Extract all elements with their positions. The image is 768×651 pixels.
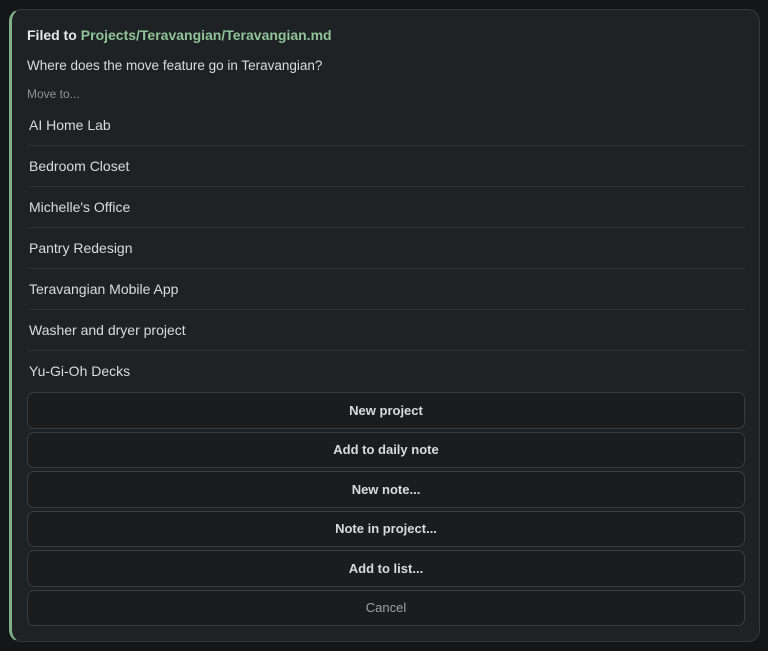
- filed-to-header: Filed to Projects/Teravangian/Teravangian…: [27, 27, 332, 43]
- project-item-bedroom-closet[interactable]: Bedroom Closet: [27, 146, 745, 187]
- cancel-button[interactable]: Cancel: [27, 589, 745, 626]
- project-item-michelles-office[interactable]: Michelle's Office: [27, 187, 745, 228]
- move-to-label: Move to...: [27, 87, 80, 101]
- move-question: Where does the move feature go in Terava…: [27, 58, 323, 73]
- file-path-link[interactable]: Projects/Teravangian/Teravangian.md: [81, 27, 332, 43]
- new-note-button[interactable]: New note...: [27, 471, 745, 508]
- note-in-project-button[interactable]: Note in project...: [27, 510, 745, 547]
- new-project-button[interactable]: New project: [27, 392, 745, 429]
- project-item-ai-home-lab[interactable]: AI Home Lab: [27, 105, 745, 146]
- action-buttons: New project Add to daily note New note..…: [27, 392, 745, 629]
- project-item-yugioh-decks[interactable]: Yu-Gi-Oh Decks: [27, 351, 745, 391]
- project-item-washer-dryer[interactable]: Washer and dryer project: [27, 310, 745, 351]
- add-to-daily-note-button[interactable]: Add to daily note: [27, 431, 745, 468]
- filed-to-label: Filed to: [27, 27, 77, 43]
- project-item-pantry-redesign[interactable]: Pantry Redesign: [27, 228, 745, 269]
- add-to-list-button[interactable]: Add to list...: [27, 550, 745, 587]
- project-item-teravangian-mobile-app[interactable]: Teravangian Mobile App: [27, 269, 745, 310]
- project-list: AI Home Lab Bedroom Closet Michelle's Of…: [27, 105, 745, 391]
- move-dialog: Filed to Projects/Teravangian/Teravangian…: [9, 9, 760, 642]
